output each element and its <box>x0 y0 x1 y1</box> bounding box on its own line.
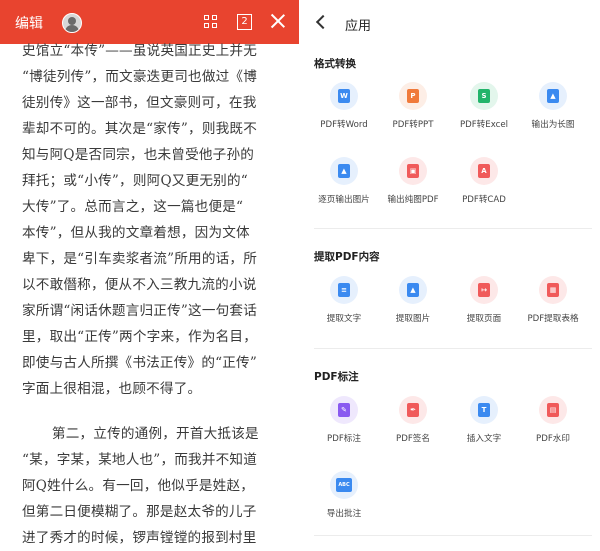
excel-doc-icon: S <box>478 89 490 103</box>
section-title-extract: 提取PDF内容 <box>314 251 380 263</box>
ppt-doc-icon: P <box>407 89 419 103</box>
page-images-icon: ▲ <box>338 164 350 178</box>
section-title-annotate: PDF标注 <box>314 371 359 383</box>
avatar[interactable] <box>62 13 82 33</box>
page-title: 应用 <box>345 19 372 34</box>
tool-cad-doc[interactable]: A PDF转CAD <box>448 157 520 217</box>
icon-glyph: ▲ <box>341 167 347 175</box>
article-text: 史馆立“本传”——虽说英国正史上并无 “博徒列传”，而文豪迭更司也做过《博 徒别传》… <box>22 38 284 551</box>
tool-export-notes[interactable]: ABC 导出批注 <box>308 471 380 531</box>
text-line: 里，取出“正传”两个字来，作为名目， <box>22 329 257 345</box>
text-line: 第二，立传的通例，开首大抵该是 <box>51 426 259 442</box>
paragraph-1: 史馆立“本传”——虽说英国正史上并无 “博徒列传”，而文豪迭更司也做过《博 徒别传》… <box>22 38 284 402</box>
text-line: “某，字某，某地人也”，而我并不知道 <box>22 452 257 468</box>
long-image-icon: ▲ <box>547 89 559 103</box>
page-number-button[interactable]: 2 <box>237 14 252 30</box>
tool-label: 导出批注 <box>326 509 362 519</box>
tool-signature[interactable]: ✒ PDF签名 <box>377 396 449 456</box>
extract-text-icon: ≡ <box>338 283 350 297</box>
section-title-format: 格式转换 <box>314 58 356 70</box>
text-line: 阿Q姓什么。有一回，他似乎是姓赵， <box>22 478 255 494</box>
extract-page-icon: ↦ <box>478 283 490 297</box>
export-notes-icon: ABC <box>336 478 352 492</box>
word-doc-icon: W <box>338 89 350 103</box>
extract-image-icon: ▲ <box>407 283 419 297</box>
icon-glyph: ≡ <box>341 286 347 294</box>
tool-watermark[interactable]: ▤ PDF水印 <box>517 396 589 456</box>
text-line: 以不敢僭称，便从不入三教九流的小说 <box>22 277 257 293</box>
icon-glyph: S <box>481 92 487 100</box>
section-divider <box>314 228 592 229</box>
apps-panel: 应用 格式转换 W PDF转Word P PDF转PPT S PDF转Excel ▲ 输出为长… <box>307 0 600 551</box>
text-line: 史馆立“本传”——虽说英国正史上并无 <box>22 43 257 59</box>
text-line: 拜托；或“小传”，则阿Q又更无别的“ <box>22 173 248 189</box>
icon-glyph: ✎ <box>341 406 347 414</box>
watermark-icon: ▤ <box>547 403 559 417</box>
text-line: 字面上很相混，也顾不得了。 <box>22 381 202 397</box>
tool-annotate[interactable]: ✎ PDF标注 <box>308 396 380 456</box>
icon-glyph: T <box>481 406 487 414</box>
cad-doc-icon: A <box>478 164 490 178</box>
annotate-icon: ✎ <box>338 403 350 417</box>
tool-label: PDF提取表格 <box>527 314 579 324</box>
tool-label: 输出为长图 <box>531 120 575 130</box>
text-line: 辈却不可的。其次是“家传”，则我既不 <box>22 121 257 137</box>
tool-extract-page[interactable]: ↦ 提取页面 <box>448 276 520 336</box>
icon-glyph: ▲ <box>410 286 416 294</box>
icon-glyph: ✒ <box>410 406 416 414</box>
reader-panel: 编辑 2 史馆立“本传”——虽说英国正史上并无 “博徒列传”，而文豪迭更司也做过《… <box>0 0 299 551</box>
text-line: 即使与古人所撰《书法正传》的“正传” <box>22 355 257 371</box>
section-divider <box>314 535 592 536</box>
icon-glyph: ▤ <box>549 406 557 414</box>
section-divider <box>314 348 592 349</box>
close-icon[interactable] <box>270 13 286 29</box>
tool-extract-text[interactable]: ≡ 提取文字 <box>308 276 380 336</box>
text-line: 徒别传》这一部书，但文豪则可，在我 <box>22 95 257 111</box>
text-line: 大传”了。总而言之，这一篇也便是“ <box>22 199 244 215</box>
text-line: 进了秀才的时候，锣声镗镗的报到村里 <box>22 530 257 546</box>
tool-word-doc[interactable]: W PDF转Word <box>308 82 380 142</box>
tool-label: PDF转CAD <box>462 195 506 205</box>
panel-divider <box>299 0 307 551</box>
tool-insert-text[interactable]: T 插入文字 <box>448 396 520 456</box>
extract-table-icon: ▦ <box>547 283 559 297</box>
icon-glyph: ▲ <box>550 92 556 100</box>
tool-label: PDF水印 <box>536 434 570 444</box>
image-pdf-icon: ▣ <box>407 164 419 178</box>
insert-text-icon: T <box>478 403 490 417</box>
tool-extract-table[interactable]: ▦ PDF提取表格 <box>517 276 589 336</box>
tool-page-images[interactable]: ▲ 逐页输出图片 <box>308 157 380 217</box>
icon-glyph: W <box>340 92 348 100</box>
paragraph-2: 第二，立传的通例，开首大抵该是 “某，字某，某地人也”，而我并不知道 阿Q姓什么。有… <box>22 421 284 551</box>
signature-icon: ✒ <box>407 403 419 417</box>
tool-extract-image[interactable]: ▲ 提取图片 <box>377 276 449 336</box>
icon-glyph: ABC <box>338 482 350 488</box>
back-icon[interactable] <box>315 14 331 30</box>
text-line: “博徒列传”，而文豪迭更司也做过《博 <box>22 69 257 85</box>
grid-icon[interactable] <box>204 15 218 29</box>
tool-image-pdf[interactable]: ▣ 输出纯图PDF <box>377 157 449 217</box>
icon-glyph: P <box>410 92 416 100</box>
apps-header: 应用 <box>307 0 600 48</box>
icon-glyph: ▦ <box>549 286 557 294</box>
tool-excel-doc[interactable]: S PDF转Excel <box>448 82 520 142</box>
tool-long-image[interactable]: ▲ 输出为长图 <box>517 82 589 142</box>
icon-glyph: ↦ <box>481 286 487 294</box>
text-line: 但第二日便模糊了。那是赵太爷的儿子 <box>22 504 257 520</box>
edit-button[interactable]: 编辑 <box>15 13 43 33</box>
text-line: 知与阿Q是否同宗，也未曾受他子孙的 <box>22 147 255 163</box>
icon-glyph: A <box>481 167 487 175</box>
text-line: 卑下，是“引车卖浆者流”所用的话，所 <box>22 251 257 267</box>
text-line: 家所谓“闲话休题言归正传”这一句套话 <box>22 303 257 319</box>
text-line: 本传”，但从我的文章着想，因为文体 <box>22 225 250 241</box>
icon-glyph: ▣ <box>409 167 417 175</box>
tool-ppt-doc[interactable]: P PDF转PPT <box>377 82 449 142</box>
